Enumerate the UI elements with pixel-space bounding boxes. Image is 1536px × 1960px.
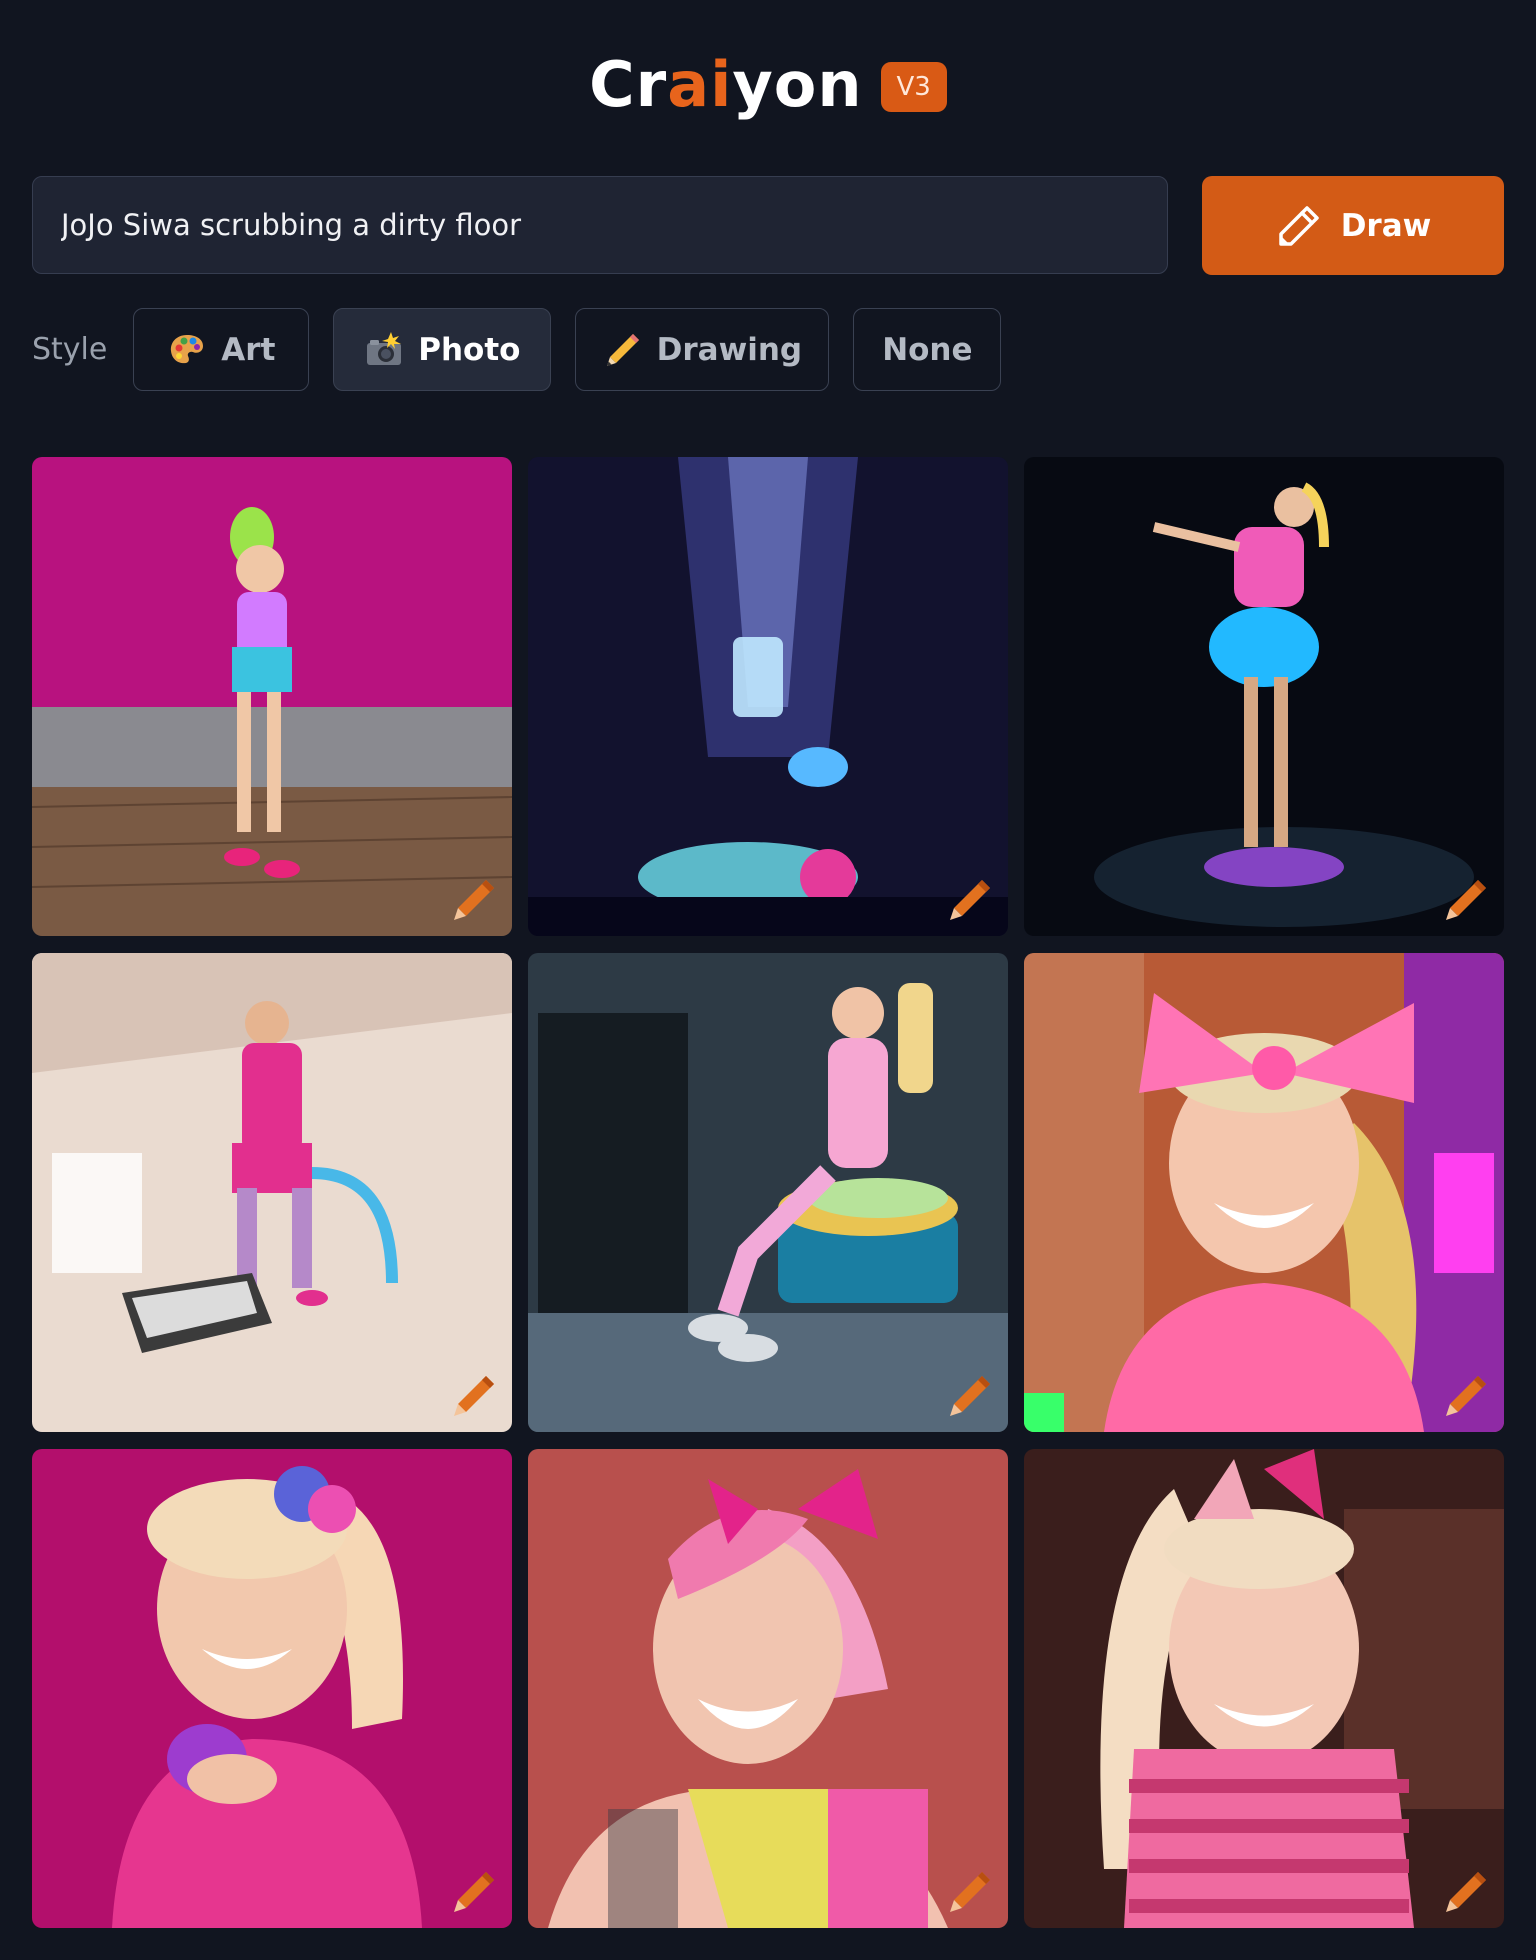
logo[interactable]: Craiyon [589,54,862,116]
generated-image [32,1449,512,1928]
result-image[interactable] [528,953,1008,1432]
result-image[interactable] [32,953,512,1432]
logo-part-2: ai [667,48,733,121]
result-image[interactable] [32,1449,512,1928]
edit-pencil-icon[interactable] [946,1370,994,1418]
edit-pencil-icon[interactable] [946,874,994,922]
pencil-icon [1278,205,1319,246]
style-option-label: Art [221,331,276,368]
generated-image [1024,457,1504,936]
style-option-label: None [882,331,973,368]
result-image[interactable] [1024,953,1504,1432]
draw-button[interactable]: Draw [1202,176,1504,275]
edit-pencil-icon[interactable] [1442,1866,1490,1914]
generated-image [1024,1449,1504,1928]
prompt-input[interactable] [59,207,1141,243]
camera-flash-icon [367,331,402,365]
style-option-art[interactable]: Art [133,308,310,391]
result-image[interactable] [32,457,512,936]
header: Craiyon V3 [0,40,1536,130]
logo-part-3: yon [732,48,863,121]
edit-pencil-icon[interactable] [450,874,498,922]
edit-pencil-icon[interactable] [946,1866,994,1914]
palette-icon [171,334,204,363]
generated-image [528,457,1008,936]
generated-image [1024,953,1504,1432]
edit-pencil-icon[interactable] [450,1370,498,1418]
edit-pencil-icon[interactable] [450,1866,498,1914]
version-badge: V3 [880,62,947,112]
style-option-drawing[interactable]: Drawing [575,308,830,391]
pencil-icon [606,333,639,366]
result-grid [32,457,1504,1928]
generated-image [528,953,1008,1432]
style-option-photo[interactable]: Photo [333,308,552,391]
generated-image [528,1449,1008,1928]
style-option-label: Drawing [656,331,803,368]
style-selector: Style Art Photo Drawing None [32,308,1025,391]
draw-button-label: Draw [1340,207,1432,244]
style-option-none[interactable]: None [853,308,1002,391]
result-image[interactable] [1024,1449,1504,1928]
generated-image [32,457,512,936]
result-image[interactable] [528,1449,1008,1928]
result-image[interactable] [1024,457,1504,936]
edit-pencil-icon[interactable] [1442,1370,1490,1418]
style-option-label: Photo [418,331,521,368]
edit-pencil-icon[interactable] [1442,874,1490,922]
result-image[interactable] [528,457,1008,936]
style-label: Style [32,332,108,367]
prompt-box[interactable] [32,176,1168,274]
generated-image [32,953,512,1432]
logo-part-1: Cr [589,48,668,121]
